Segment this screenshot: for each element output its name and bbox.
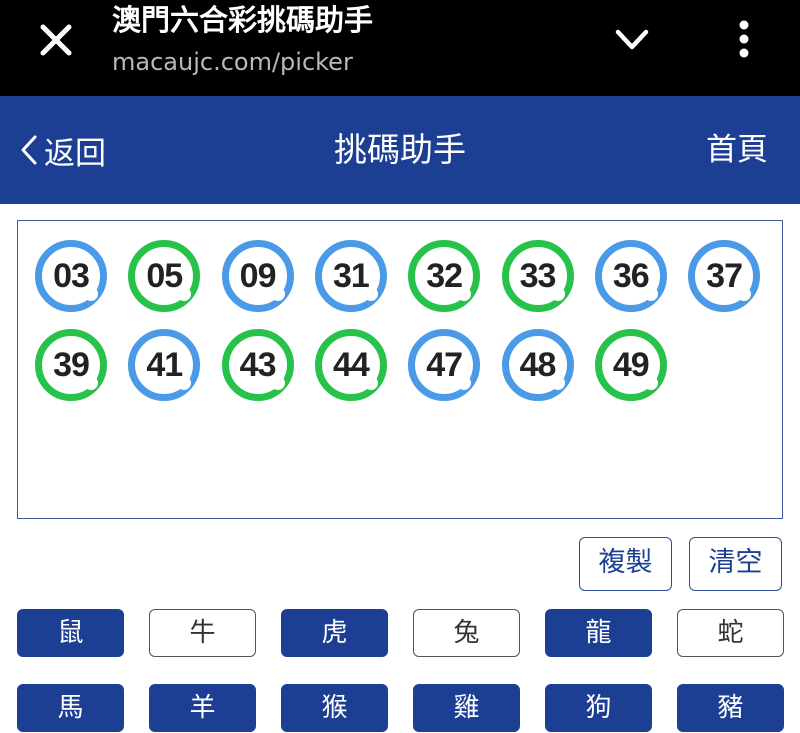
ball-shine: [84, 376, 98, 390]
ball-number: 03: [53, 256, 90, 295]
ball-number: 33: [519, 256, 557, 295]
more-vert-icon[interactable]: [728, 16, 760, 62]
ball-number: 41: [146, 345, 183, 384]
ball-number: 05: [146, 256, 183, 295]
ball-shine: [363, 287, 378, 301]
ball-shine: [457, 376, 472, 390]
zodiac-button-1[interactable]: 鼠: [17, 609, 124, 657]
number-ball-43[interactable]: 43: [221, 329, 294, 401]
zodiac-button-11[interactable]: 狗: [545, 684, 652, 732]
number-ball-36[interactable]: 36: [594, 240, 667, 312]
zodiac-button-10[interactable]: 雞: [413, 684, 520, 732]
zodiac-button-2[interactable]: 牛: [149, 609, 256, 657]
ball-number: 48: [519, 345, 557, 384]
clear-button[interactable]: 清空: [689, 537, 782, 591]
close-icon[interactable]: [30, 18, 82, 62]
zodiac-button-4[interactable]: 兔: [413, 609, 520, 657]
zodiac-button-12[interactable]: 豬: [677, 684, 784, 732]
number-ball-09[interactable]: 09: [221, 240, 294, 312]
zodiac-button-5[interactable]: 龍: [545, 609, 652, 657]
ball-number: 36: [612, 256, 650, 295]
number-ball-39[interactable]: 39: [35, 329, 107, 401]
ball-number: 37: [706, 256, 743, 295]
ball-shine: [643, 287, 658, 301]
chevron-left-icon: [21, 135, 37, 165]
ball-shine: [177, 376, 192, 390]
ball-number: 31: [332, 256, 370, 295]
zodiac-button-6[interactable]: 蛇: [677, 609, 784, 657]
number-ball-03[interactable]: 03: [35, 240, 107, 312]
browser-page-title: 澳門六合彩挑碼助手: [112, 3, 374, 37]
ball-shine: [363, 376, 378, 390]
number-ball-33[interactable]: 33: [501, 240, 574, 312]
back-button[interactable]: 返回: [18, 128, 106, 172]
ball-shine: [84, 287, 98, 301]
number-ball-47[interactable]: 47: [408, 329, 481, 401]
ball-number: 39: [53, 345, 90, 384]
number-ball-05[interactable]: 05: [128, 240, 201, 312]
zodiac-button-3[interactable]: 虎: [281, 609, 388, 657]
ball-shine: [550, 376, 565, 390]
number-ball-31[interactable]: 31: [314, 240, 387, 312]
ball-number: 49: [612, 345, 650, 384]
number-ball-37[interactable]: 37: [688, 240, 761, 312]
zodiac-button-9[interactable]: 猴: [281, 684, 388, 732]
number-ball-41[interactable]: 41: [128, 329, 201, 401]
number-ball-32[interactable]: 32: [408, 240, 481, 312]
app-header: 返回 挑碼助手 首頁: [0, 96, 800, 204]
copy-button[interactable]: 複製: [579, 537, 672, 591]
number-ball-48[interactable]: 48: [501, 329, 574, 401]
ball-shine: [643, 376, 658, 390]
ball-number: 43: [239, 345, 277, 384]
number-ball-44[interactable]: 44: [314, 329, 387, 401]
ball-shine: [737, 287, 752, 301]
ball-number: 47: [426, 345, 463, 384]
ball-shine: [550, 287, 565, 301]
browser-top-bar: 澳門六合彩挑碼助手 macaujc.com/picker: [0, 0, 800, 96]
ball-shine: [270, 376, 285, 390]
page-title: 挑碼助手: [334, 130, 466, 169]
ball-number: 09: [239, 256, 277, 295]
ball-shine: [177, 287, 192, 301]
number-ball-49[interactable]: 49: [594, 329, 667, 401]
home-link[interactable]: 首頁: [706, 128, 768, 172]
ball-number: 32: [426, 256, 463, 295]
ball-shine: [457, 287, 472, 301]
zodiac-button-8[interactable]: 羊: [149, 684, 256, 732]
back-label: 返回: [44, 135, 106, 172]
browser-url[interactable]: macaujc.com/picker: [112, 46, 353, 78]
chevron-down-icon[interactable]: [606, 20, 658, 60]
selected-numbers-box: 03 05 09 31 32 33 36 37 39 41 43 44 47 48 49: [17, 220, 783, 519]
ball-shine: [270, 287, 285, 301]
ball-number: 44: [332, 345, 370, 384]
zodiac-button-7[interactable]: 馬: [17, 684, 124, 732]
